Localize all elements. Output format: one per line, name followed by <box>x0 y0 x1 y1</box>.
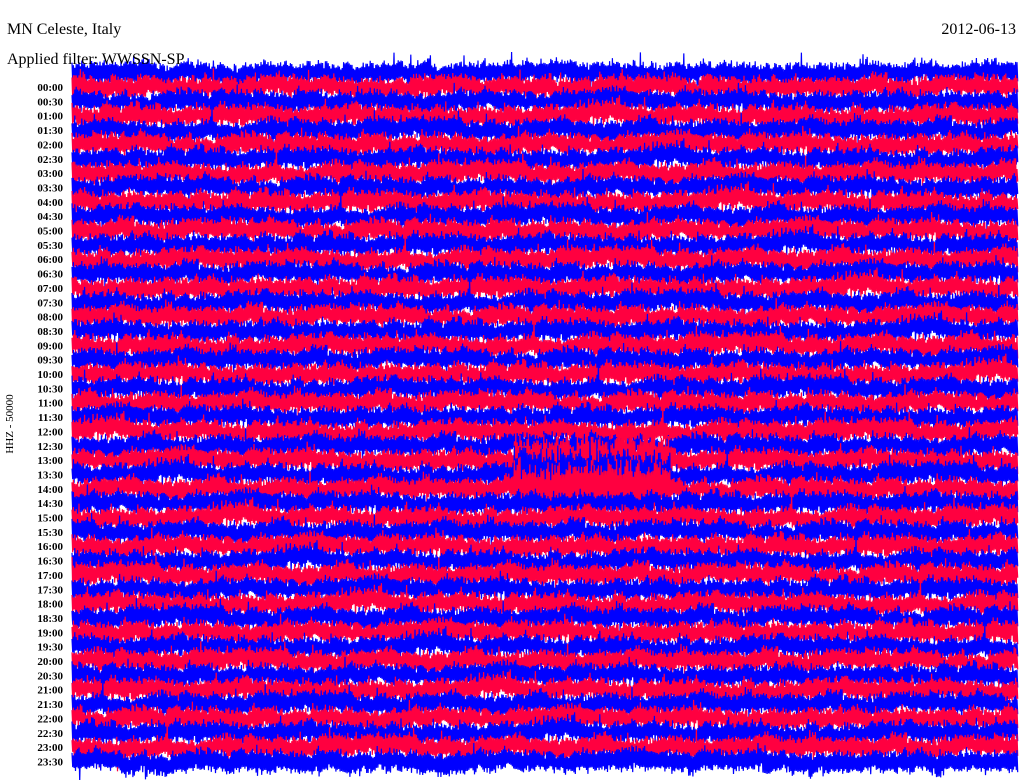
row-time-label: 12:30 <box>37 441 63 453</box>
row-time-label: 01:00 <box>37 111 63 123</box>
row-time-label: 08:00 <box>37 312 63 324</box>
row-time-label: 11:30 <box>38 412 64 424</box>
row-time-label: 22:30 <box>37 728 63 740</box>
row-time-label: 02:00 <box>37 139 63 151</box>
row-time-label: 04:00 <box>37 197 63 209</box>
row-time-label: 09:00 <box>37 340 63 352</box>
row-time-label: 00:30 <box>37 96 63 108</box>
row-time-label: 16:30 <box>37 556 63 568</box>
row-time-label: 11:00 <box>38 398 64 410</box>
row-time-label: 16:00 <box>37 541 63 553</box>
row-time-label: 21:30 <box>37 699 63 711</box>
row-time-label: 18:30 <box>37 613 63 625</box>
row-time-label: 17:00 <box>37 570 63 582</box>
row-time-label: 21:00 <box>37 685 63 697</box>
row-time-label: 12:00 <box>37 426 63 438</box>
row-time-label: 10:00 <box>37 369 63 381</box>
row-time-label: 07:00 <box>37 283 63 295</box>
row-time-label: 20:00 <box>37 656 63 668</box>
row-time-label: 15:30 <box>37 527 63 539</box>
row-time-label: 19:30 <box>37 642 63 654</box>
row-time-label: 23:30 <box>37 756 63 768</box>
row-time-label: 14:30 <box>37 498 63 510</box>
row-time-label: 18:00 <box>37 599 63 611</box>
row-time-label: 03:30 <box>37 182 63 194</box>
row-time-label: 02:30 <box>37 154 63 166</box>
row-time-label: 10:30 <box>37 383 63 395</box>
filter-label: Applied filter: WWSSN-SP <box>7 51 185 68</box>
row-time-label: 15:00 <box>37 513 63 525</box>
helicorder-plot: 00:00 00:30 01:00 01:30 02:00 02:30 03:00 03:30… <box>37 51 1019 780</box>
row-time-label: 14:00 <box>37 484 63 496</box>
row-time-label: 04:30 <box>37 211 63 223</box>
row-time-label: 07:30 <box>37 297 63 309</box>
row-time-label: 17:30 <box>37 584 63 596</box>
row-time-label: 06:00 <box>37 254 63 266</box>
row-time-label: 01:30 <box>37 125 63 137</box>
row-time-label: 13:30 <box>37 469 63 481</box>
row-time-label: 05:30 <box>37 240 63 252</box>
row-time-label: 06:30 <box>37 269 63 281</box>
row-time-label: 20:30 <box>37 670 63 682</box>
row-time-label: 05:00 <box>37 226 63 238</box>
row-time-label: 23:00 <box>37 742 63 754</box>
row-time-label: 22:00 <box>37 713 63 725</box>
row-time-label: 13:00 <box>37 455 63 467</box>
row-time-label: 03:00 <box>37 168 63 180</box>
row-time-label: 00:00 <box>37 82 63 94</box>
row-time-label: 08:30 <box>37 326 63 338</box>
row-time-label: 09:30 <box>37 355 63 367</box>
row-time-label: 19:00 <box>37 627 63 639</box>
